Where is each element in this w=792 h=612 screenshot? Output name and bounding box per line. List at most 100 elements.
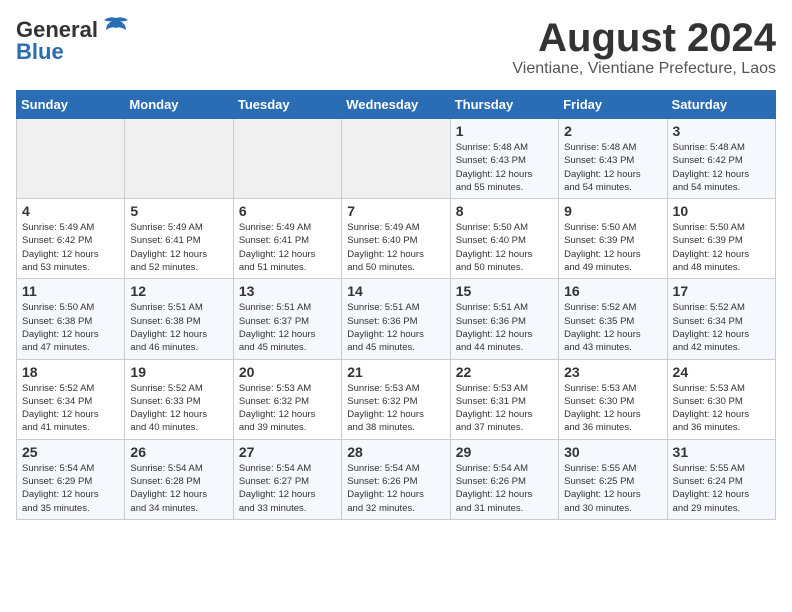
day-number: 18 [22,364,119,380]
day-number: 22 [456,364,553,380]
day-info: Sunrise: 5:49 AM Sunset: 6:41 PM Dayligh… [130,221,227,274]
calendar-cell: 7 Sunrise: 5:49 AM Sunset: 6:40 PM Daylig… [342,199,450,279]
day-info: Sunrise: 5:54 AM Sunset: 6:26 PM Dayligh… [456,462,553,515]
day-info: Sunrise: 5:49 AM Sunset: 6:42 PM Dayligh… [22,221,119,274]
day-info: Sunrise: 5:53 AM Sunset: 6:32 PM Dayligh… [239,382,336,435]
day-number: 21 [347,364,444,380]
weekday-header-wednesday: Wednesday [342,91,450,119]
day-number: 12 [130,283,227,299]
day-number: 13 [239,283,336,299]
weekday-header-sunday: Sunday [17,91,125,119]
day-info: Sunrise: 5:54 AM Sunset: 6:28 PM Dayligh… [130,462,227,515]
day-number: 30 [564,444,661,460]
day-number: 14 [347,283,444,299]
weekday-header-friday: Friday [559,91,667,119]
day-info: Sunrise: 5:49 AM Sunset: 6:40 PM Dayligh… [347,221,444,274]
day-number: 7 [347,203,444,219]
week-row-4: 18 Sunrise: 5:52 AM Sunset: 6:34 PM Dayli… [17,359,776,439]
day-info: Sunrise: 5:51 AM Sunset: 6:36 PM Dayligh… [456,301,553,354]
calendar-cell: 6Sunrise: 5:49 AM Sunset: 6:41 PM Daylig… [233,199,341,279]
day-info: Sunrise: 5:48 AM Sunset: 6:42 PM Dayligh… [673,141,770,194]
calendar-cell: 31Sunrise: 5:55 AM Sunset: 6:24 PM Dayli… [667,439,775,519]
calendar-cell [17,119,125,199]
calendar-table: SundayMondayTuesdayWednesdayThursdayFrid… [16,90,776,520]
day-info: Sunrise: 5:53 AM Sunset: 6:31 PM Dayligh… [456,382,553,435]
week-row-5: 25 Sunrise: 5:54 AM Sunset: 6:29 PM Dayli… [17,439,776,519]
day-info: Sunrise: 5:50 AM Sunset: 6:39 PM Dayligh… [673,221,770,274]
day-info: Sunrise: 5:52 AM Sunset: 6:34 PM Dayligh… [673,301,770,354]
day-info: Sunrise: 5:51 AM Sunset: 6:36 PM Dayligh… [347,301,444,354]
day-number: 31 [673,444,770,460]
calendar-cell: 26 Sunrise: 5:54 AM Sunset: 6:28 PM Dayli… [125,439,233,519]
calendar-cell [125,119,233,199]
calendar-cell: 2Sunrise: 5:48 AM Sunset: 6:43 PM Daylig… [559,119,667,199]
calendar-cell: 1Sunrise: 5:48 AM Sunset: 6:43 PM Daylig… [450,119,558,199]
day-number: 29 [456,444,553,460]
calendar-cell: 3 Sunrise: 5:48 AM Sunset: 6:42 PM Daylig… [667,119,775,199]
day-info: Sunrise: 5:53 AM Sunset: 6:30 PM Dayligh… [673,382,770,435]
day-number: 6 [239,203,336,219]
weekday-header-row: SundayMondayTuesdayWednesdayThursdayFrid… [17,91,776,119]
day-number: 5 [130,203,227,219]
day-number: 26 [130,444,227,460]
week-row-3: 11Sunrise: 5:50 AM Sunset: 6:38 PM Dayli… [17,279,776,359]
calendar-cell: 24 Sunrise: 5:53 AM Sunset: 6:30 PM Dayli… [667,359,775,439]
calendar-cell: 25 Sunrise: 5:54 AM Sunset: 6:29 PM Dayli… [17,439,125,519]
calendar-cell: 29 Sunrise: 5:54 AM Sunset: 6:26 PM Dayli… [450,439,558,519]
weekday-header-thursday: Thursday [450,91,558,119]
calendar-cell: 23Sunrise: 5:53 AM Sunset: 6:30 PM Dayli… [559,359,667,439]
calendar-cell: 8Sunrise: 5:50 AM Sunset: 6:40 PM Daylig… [450,199,558,279]
day-number: 24 [673,364,770,380]
day-number: 11 [22,283,119,299]
day-info: Sunrise: 5:52 AM Sunset: 6:33 PM Dayligh… [130,382,227,435]
calendar-cell: 11Sunrise: 5:50 AM Sunset: 6:38 PM Dayli… [17,279,125,359]
calendar-cell: 10 Sunrise: 5:50 AM Sunset: 6:39 PM Dayli… [667,199,775,279]
calendar-cell: 17 Sunrise: 5:52 AM Sunset: 6:34 PM Dayli… [667,279,775,359]
day-number: 4 [22,203,119,219]
calendar-cell: 21Sunrise: 5:53 AM Sunset: 6:32 PM Dayli… [342,359,450,439]
day-number: 28 [347,444,444,460]
day-number: 23 [564,364,661,380]
weekday-header-tuesday: Tuesday [233,91,341,119]
day-number: 8 [456,203,553,219]
calendar-subtitle: Vientiane, Vientiane Prefecture, Laos [512,60,776,78]
day-number: 9 [564,203,661,219]
calendar-cell: 20 Sunrise: 5:53 AM Sunset: 6:32 PM Dayli… [233,359,341,439]
day-info: Sunrise: 5:55 AM Sunset: 6:25 PM Dayligh… [564,462,661,515]
day-number: 19 [130,364,227,380]
day-number: 10 [673,203,770,219]
logo-bird-icon [102,16,130,43]
day-info: Sunrise: 5:54 AM Sunset: 6:26 PM Dayligh… [347,462,444,515]
day-number: 27 [239,444,336,460]
calendar-cell: 16Sunrise: 5:52 AM Sunset: 6:35 PM Dayli… [559,279,667,359]
day-number: 20 [239,364,336,380]
day-number: 1 [456,123,553,139]
day-number: 17 [673,283,770,299]
calendar-cell: 22 Sunrise: 5:53 AM Sunset: 6:31 PM Dayli… [450,359,558,439]
logo-general: General [16,19,98,41]
title-section: August 2024 Vientiane, Vientiane Prefect… [512,16,776,78]
calendar-title: August 2024 [512,16,776,60]
calendar-cell: 9 Sunrise: 5:50 AM Sunset: 6:39 PM Daylig… [559,199,667,279]
day-info: Sunrise: 5:52 AM Sunset: 6:34 PM Dayligh… [22,382,119,435]
day-info: Sunrise: 5:50 AM Sunset: 6:39 PM Dayligh… [564,221,661,274]
day-number: 25 [22,444,119,460]
day-info: Sunrise: 5:54 AM Sunset: 6:29 PM Dayligh… [22,462,119,515]
calendar-cell: 15Sunrise: 5:51 AM Sunset: 6:36 PM Dayli… [450,279,558,359]
calendar-cell: 5 Sunrise: 5:49 AM Sunset: 6:41 PM Daylig… [125,199,233,279]
week-row-1: 1 Sunrise: 5:48 AM Sunset: 6:43 PM Daylig… [17,119,776,199]
week-row-2: 4 Sunrise: 5:49 AM Sunset: 6:42 PM Daylig… [17,199,776,279]
calendar-cell: 28 Sunrise: 5:54 AM Sunset: 6:26 PM Dayli… [342,439,450,519]
day-number: 3 [673,123,770,139]
calendar-cell: 12 Sunrise: 5:51 AM Sunset: 6:38 PM Dayli… [125,279,233,359]
day-info: Sunrise: 5:48 AM Sunset: 6:43 PM Dayligh… [564,141,661,194]
day-info: Sunrise: 5:54 AM Sunset: 6:27 PM Dayligh… [239,462,336,515]
calendar-cell: 14 Sunrise: 5:51 AM Sunset: 6:36 PM Dayli… [342,279,450,359]
header: General Blue August 2024 Vientiane, Vien… [16,16,776,78]
day-info: Sunrise: 5:51 AM Sunset: 6:38 PM Dayligh… [130,301,227,354]
calendar-cell [342,119,450,199]
day-info: Sunrise: 5:52 AM Sunset: 6:35 PM Dayligh… [564,301,661,354]
day-info: Sunrise: 5:51 AM Sunset: 6:37 PM Dayligh… [239,301,336,354]
weekday-header-monday: Monday [125,91,233,119]
calendar-cell: 27 Sunrise: 5:54 AM Sunset: 6:27 PM Dayli… [233,439,341,519]
